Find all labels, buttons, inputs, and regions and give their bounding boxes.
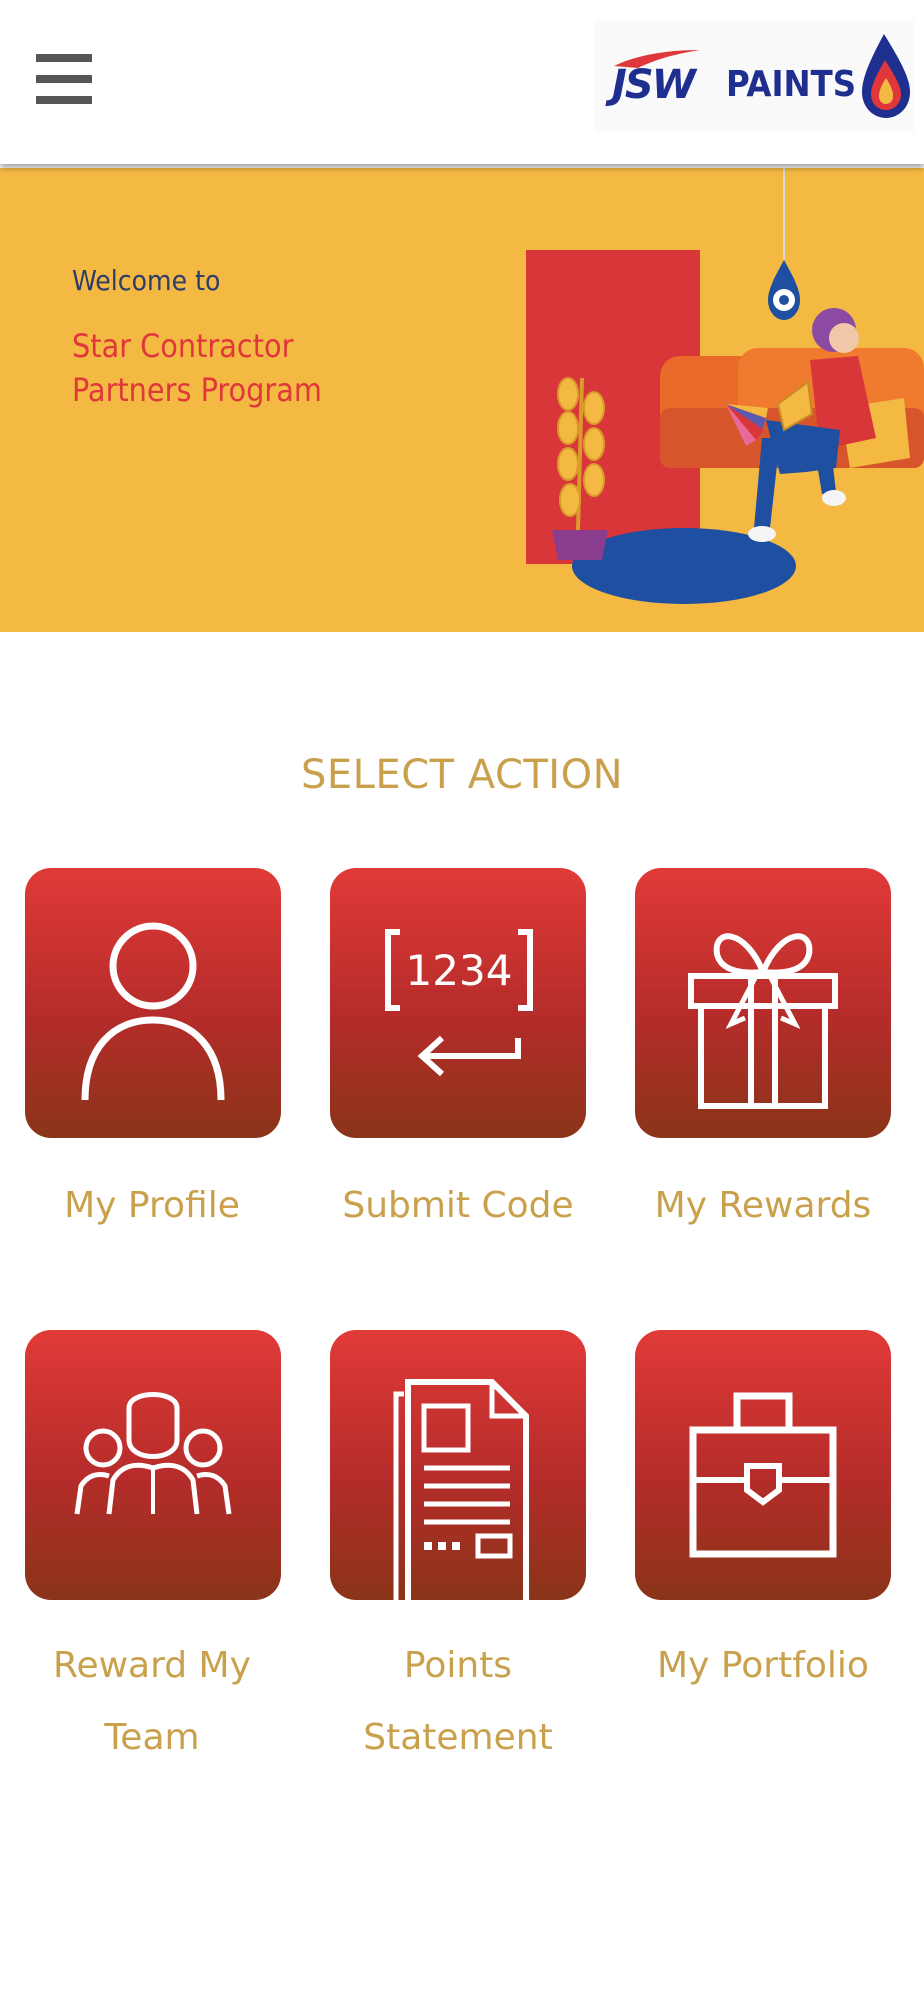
welcome-banner: Welcome to Star Contractor Partners Prog… <box>0 168 924 632</box>
program-title-line2: Partners Program <box>72 371 322 409</box>
my-profile-label: My Profile <box>64 1185 240 1226</box>
submit-code-label: Submit Code <box>342 1185 574 1226</box>
program-title: Star Contractor Partners Program <box>72 324 472 412</box>
reward-my-team-button[interactable] <box>25 1330 281 1600</box>
gift-icon <box>688 933 838 1109</box>
points-statement-label-line1: Points <box>403 1645 513 1686</box>
svg-text:JSW: JSW <box>605 62 698 108</box>
program-title-line1: Star Contractor <box>72 327 294 365</box>
points-statement-label: Points Statement <box>308 1630 608 1774</box>
section-title: SELECT ACTION <box>300 752 624 798</box>
my-portfolio-button[interactable] <box>635 1330 891 1600</box>
submit-code-button[interactable]: 1234 <box>330 868 586 1138</box>
code-entry-text: 1234 <box>406 946 513 995</box>
code-entry-icon: 1234 <box>385 929 533 1077</box>
document-icon <box>393 1379 529 1600</box>
my-rewards-label: My Rewards <box>654 1185 872 1226</box>
welcome-text: Welcome to <box>72 264 221 297</box>
my-portfolio-label: My Portfolio <box>657 1645 869 1686</box>
hamburger-menu-icon[interactable] <box>34 50 94 108</box>
points-statement-label-line2: Statement <box>363 1717 553 1758</box>
reward-my-team-label-line1: Reward My <box>53 1645 251 1686</box>
banner-illustration <box>526 168 924 604</box>
reward-my-team-label: Reward My Team <box>2 1630 302 1774</box>
reward-my-team-label-line2: Team <box>104 1717 200 1758</box>
team-icon <box>74 1392 232 1515</box>
user-icon <box>81 922 225 1101</box>
briefcase-icon <box>689 1392 837 1558</box>
my-profile-button[interactable] <box>25 868 281 1138</box>
app-header: JSW PAINTS <box>0 0 924 164</box>
points-statement-button[interactable] <box>330 1330 586 1600</box>
svg-text:PAINTS: PAINTS <box>726 64 856 105</box>
my-rewards-button[interactable] <box>635 868 891 1138</box>
app-screen: JSW PAINTS Welcome to Star Contractor Pa… <box>0 0 924 2000</box>
jsw-paints-logo: JSW PAINTS <box>594 20 914 132</box>
